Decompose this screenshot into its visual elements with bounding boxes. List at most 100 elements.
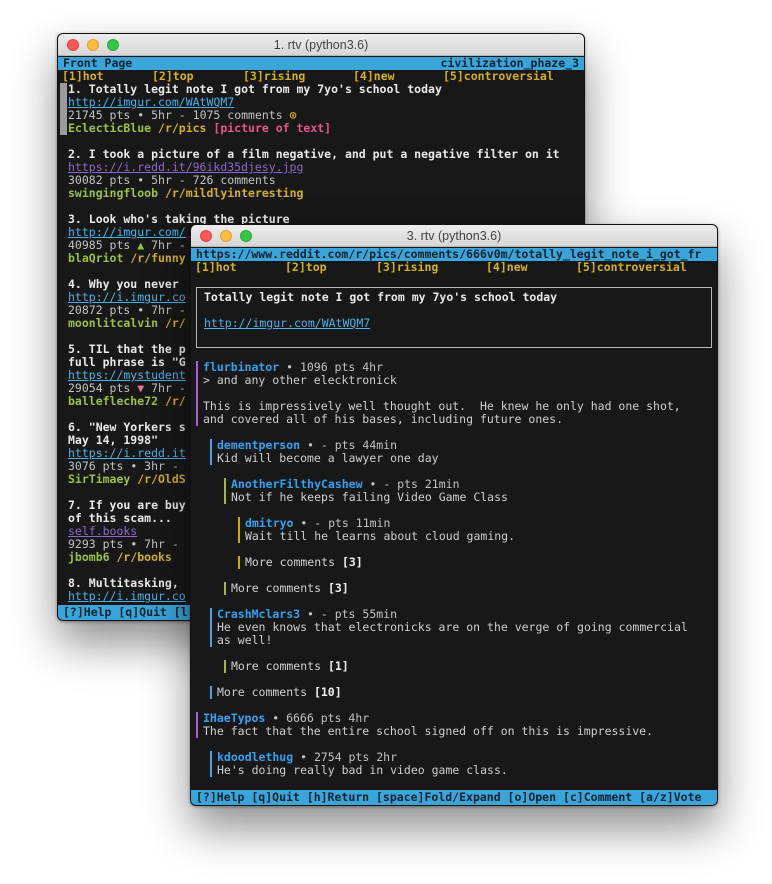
titlebar[interactable]: 1. rtv (python3.6) [58,34,584,56]
sort-tab-3rising[interactable]: [3]rising [376,261,438,274]
close-button[interactable] [67,39,79,51]
sort-tab-2top[interactable]: [2]top [152,70,194,83]
traffic-lights [200,230,252,242]
comment-depth-bar [210,608,212,647]
gilded-icon: ⊙ [283,109,297,122]
more-comments-label: More comments [217,685,314,699]
traffic-lights [67,39,119,51]
window-title: 1. rtv (python3.6) [274,38,369,52]
help-footer: [?]Help [q]Quit [h]Return [space]Fold/Ex… [191,790,717,805]
subreddit-link[interactable]: /r/pics [151,122,206,135]
window-rtv-comments[interactable]: 3. rtv (python3.6) https://www.reddit.co… [190,224,718,806]
submission-link[interactable]: http://imgur.com/ [68,226,186,239]
comment-block[interactable]: dmitryo • - pts 11minWait till he learns… [191,517,717,543]
submission-author[interactable]: ballefleche72 [68,395,158,408]
titlebar[interactable]: 3. rtv (python3.6) [191,225,717,247]
submission-flair: [picture of text] [363,316,481,317]
subreddit-link[interactable]: /r/ [158,317,186,330]
submission-row[interactable]: 1. Totally legit note I got from my 7yo'… [68,83,584,135]
submission-stats: 21745 pts • 5hr - 1075 comments ⊙ [68,109,584,122]
sort-tab-5controversial[interactable]: [5]controversial [576,261,687,274]
close-button[interactable] [200,230,212,242]
subreddit-link[interactable]: /r/funny [123,252,185,265]
more-comments-count: [3] [342,555,363,569]
submission-author[interactable]: moonlitcalvin [68,317,158,330]
sort-tab-2top[interactable]: [2]top [285,261,327,274]
comment-depth-bar [210,751,212,777]
submission-link[interactable]: https://i.redd.it/96ikd35djesy.jpg [68,161,303,174]
comment-body: Not if he keeps failing Video Game Class [231,491,717,504]
submission-link[interactable]: http://i.imgur.co [68,291,186,304]
submission-title: 2. I took a picture of a film negative, … [68,148,584,161]
comment-depth-bar [196,361,198,426]
sort-tab-4new[interactable]: [4]new [486,261,528,274]
more-comments-label: More comments [231,581,328,595]
submission-author[interactable]: SirTimaey [68,473,130,486]
comment-block[interactable]: AnotherFilthyCashew • - pts 21minNot if … [191,478,717,504]
comment-block[interactable]: flurbinator • 1096 pts 4hr> and any othe… [191,361,717,426]
more-comments-row[interactable]: More comments [1] [191,660,717,673]
sort-tab-5controversial[interactable]: [5]controversial [443,70,554,83]
submission-link[interactable]: http://i.imgur.co [68,590,186,603]
submission-author[interactable]: blaQriot [68,252,123,265]
zoom-button[interactable] [240,230,252,242]
submission-row[interactable]: 2. I took a picture of a film negative, … [68,148,584,200]
comment-depth-bar [238,517,240,543]
submission-author[interactable]: jbomb6 [68,551,110,564]
more-comments-row[interactable]: More comments [3] [191,556,717,569]
sort-tab-4new[interactable]: [4]new [353,70,395,83]
comment-block[interactable]: CrashMclars3 • - pts 55minHe even knows … [191,608,717,647]
comment-body: He even knows that electronicks are on t… [217,621,717,647]
more-comments-row[interactable]: More comments [10] [191,686,717,699]
minimize-button[interactable] [87,39,99,51]
submission-author[interactable]: swingingfloob [68,187,158,200]
submission-stats: 23771 pts • 1155 comments [273,342,446,343]
sort-nav: [1]hot [2]top [3]rising [4]new [5]controvers… [191,261,717,274]
comment-body: > and any other elecktronick This is imp… [203,374,717,426]
selection-cursor [60,83,67,135]
comment-body: Wait till he learns about cloud gaming. [245,530,717,543]
more-comments-count: [3] [328,581,349,595]
more-comments-label: More comments [231,659,328,673]
submission-link[interactable]: http://imgur.com/WAtWQM7 [68,96,234,109]
sort-tab-1hot[interactable]: [1]hot [62,70,104,83]
comment-depth-bar [238,556,240,569]
comment-block[interactable]: dementperson • - pts 44minKid will becom… [191,439,717,465]
subreddit-link[interactable]: /r/OldS [130,473,185,486]
submission-link[interactable]: https://i.redd.it [68,447,186,460]
comment-block[interactable]: kdoodlethug • 2754 pts 2hrHe's doing rea… [191,751,717,777]
sort-nav: [1]hot [2]top [3]rising [4]new [5]controvers… [58,70,584,83]
sort-tab-1hot[interactable]: [1]hot [195,261,237,274]
more-comments-label: More comments [245,555,342,569]
minimize-button[interactable] [220,230,232,242]
zoom-button[interactable] [107,39,119,51]
submission-box[interactable]: Totally legit note I got from my 7yo's s… [196,287,712,348]
submission-title: Totally legit note I got from my 7yo's s… [204,291,704,304]
window-title: 3. rtv (python3.6) [407,229,502,243]
submission-link[interactable]: http://imgur.com/WAtWQM7 [204,317,370,330]
sort-tab-3rising[interactable]: [3]rising [243,70,305,83]
comment-body: Kid will become a lawyer one day [217,452,717,465]
comment-body: He's doing really bad in video game clas… [217,764,717,777]
comment-depth-bar [224,478,226,504]
submission-link[interactable]: https://mystudent [68,369,186,382]
comment-depth-bar [196,712,198,738]
submission-author[interactable]: EclecticBlue [68,122,151,135]
submission-link[interactable]: self.books [68,525,137,538]
comment-depth-bar [210,439,212,465]
submission-meta: 5hr pics [488,316,543,317]
more-comments-count: [1] [328,659,349,673]
subreddit-link[interactable]: /r/ [158,395,186,408]
comment-depth-bar [210,686,212,699]
comment-block[interactable]: IHaeTypos • 6666 pts 4hrThe fact that th… [191,712,717,738]
subreddit-link[interactable]: /r/books [110,551,172,564]
more-comments-count: [10] [314,685,342,699]
submission-title: 1. Totally legit note I got from my 7yo'… [68,83,584,96]
terminal-comments: https://www.reddit.com/r/pics/comments/6… [191,248,717,805]
gilded-icon: ⊙ [453,342,460,343]
comment-body: The fact that the entire school signed o… [203,725,717,738]
more-comments-row[interactable]: More comments [3] [191,582,717,595]
comment-depth-bar [224,660,226,673]
subreddit-link[interactable]: /r/mildlyinteresting [158,187,303,200]
submission-flair: [picture of text] [206,122,331,135]
